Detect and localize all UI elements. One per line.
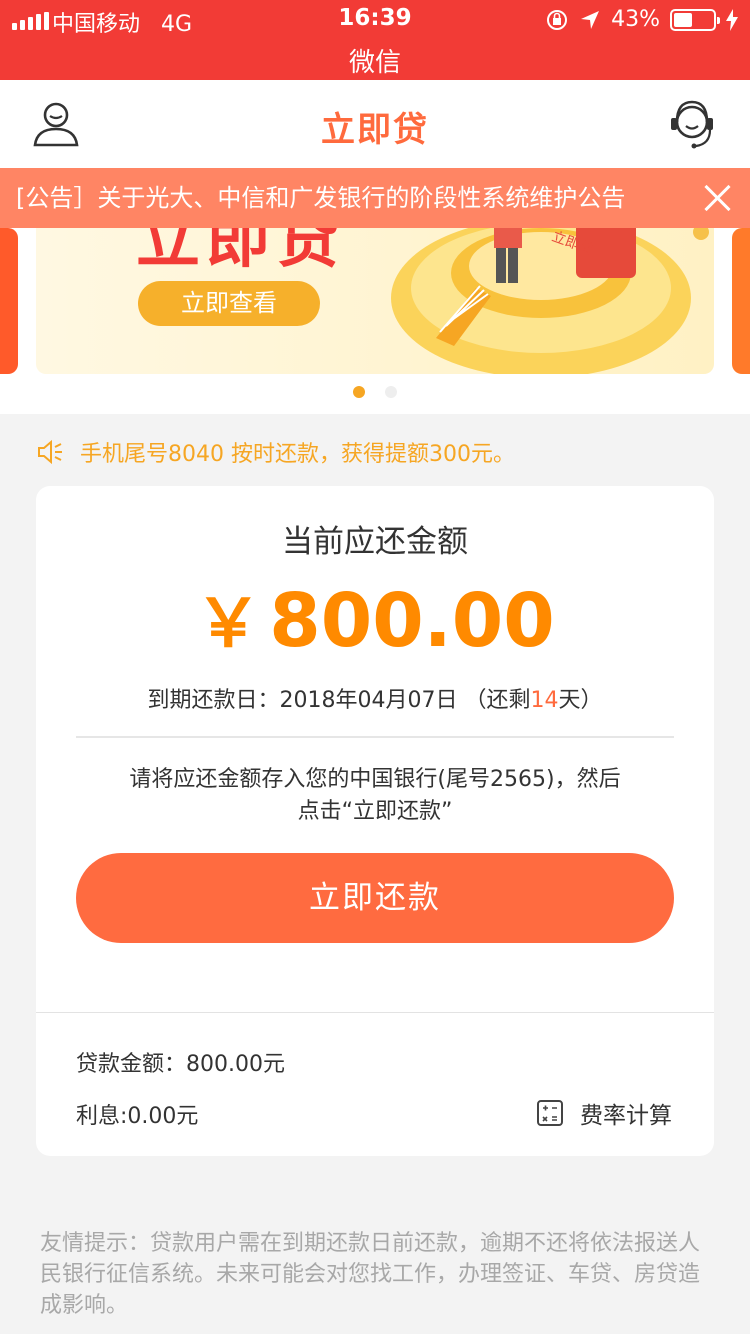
banner-carousel: 立即贷 立即查看 立即贷 [0, 228, 750, 414]
carousel-dot-1[interactable] [353, 386, 365, 398]
rotation-lock-icon [547, 9, 568, 30]
banner-view-button[interactable]: 立即查看 [138, 281, 320, 326]
page-title: 立即贷 [321, 110, 429, 150]
close-icon[interactable] [702, 183, 732, 213]
divider [36, 1012, 714, 1013]
repay-now-button[interactable]: 立即还款 [76, 853, 674, 943]
divider [76, 736, 674, 738]
speaker-icon [38, 439, 62, 465]
repayment-card: 当前应还金额 ￥ 800.00 到期还款日：2018年04月07日 （还剩14天）… [36, 486, 714, 1156]
days-left: 14 [530, 688, 559, 713]
marquee-notice: 手机尾号8040 按时还款，获得提额300元。 [36, 434, 515, 470]
loan-amount: 贷款金额：800.00元 [76, 1052, 285, 1077]
calculator-icon [537, 1100, 563, 1126]
status-right: 43% [545, 7, 738, 32]
status-bar: 中国移动 4G 16:39 微信 43% [0, 0, 750, 80]
friendly-reminder: 友情提示：贷款用户需在到期还款日前还款，逾期不还将依法报送人民银行征信系统。未来… [40, 1231, 701, 1318]
announcement-bar[interactable]: [公告］关于光大、中信和广发银行的阶段性系统维护公告 [0, 168, 750, 228]
announcement-text[interactable]: [公告］关于光大、中信和广发银行的阶段性系统维护公告 [16, 184, 625, 212]
amount-due: ￥ 800.00 [36, 570, 714, 666]
marquee-text: 手机尾号8040 按时还款，获得提额300元。 [80, 442, 515, 467]
location-icon [581, 10, 600, 29]
battery-icon [670, 8, 720, 31]
repayment-instruction: 请将应还金额存入您的中国银行(尾号2565)，然后 点击“立即还款” [129, 767, 621, 824]
battery-percent: 43% [611, 7, 660, 32]
app-subtitle: 微信 [348, 48, 401, 78]
carousel-dot-2[interactable] [385, 386, 397, 398]
banner-slide[interactable]: 立即贷 立即查看 立即贷 [36, 228, 714, 374]
banner-title: 立即贷 [136, 228, 346, 277]
banner-prev-slide[interactable] [0, 228, 18, 374]
amount-label: 当前应还金额 [282, 524, 468, 560]
amount-value: 800.00 [269, 578, 555, 664]
banner-next-slide[interactable] [732, 228, 750, 374]
rate-calculator-link[interactable]: 费率计算 [536, 1096, 672, 1130]
app-header: 立即贷 [0, 80, 750, 168]
customer-service-icon[interactable] [668, 98, 716, 150]
due-date: 到期还款日：2018年04月07日 （还剩14天） [147, 688, 603, 713]
carousel-indicator [0, 386, 750, 398]
banner-illustration: 立即贷 [391, 228, 709, 374]
charging-icon [726, 8, 738, 31]
interest-amount: 利息:0.00元 [76, 1104, 199, 1129]
currency-symbol: ￥ [195, 585, 262, 662]
calculator-label[interactable]: 费率计算 [580, 1096, 672, 1130]
